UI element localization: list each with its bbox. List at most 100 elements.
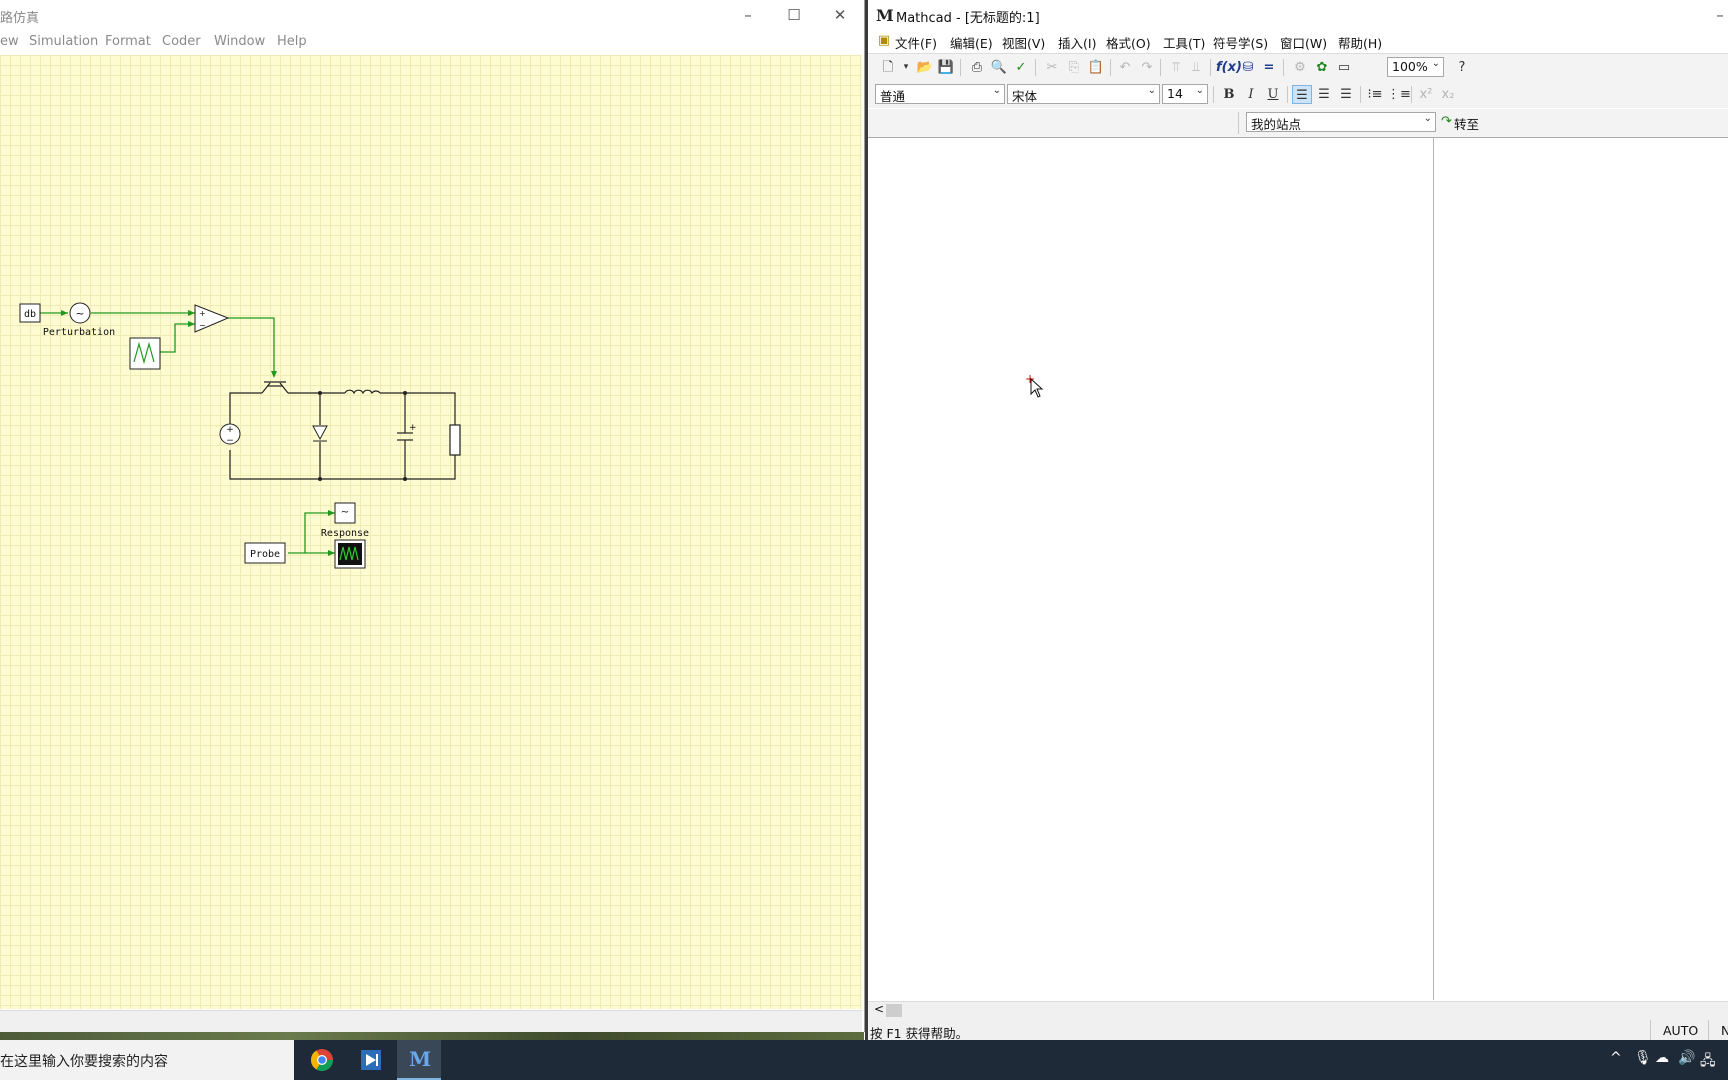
comparator-minus: − xyxy=(199,321,206,330)
plecs-icon xyxy=(361,1050,381,1070)
standard-toolbar: 🗋 ▾ 📂 💾 ⎙ 🔍 ✓ ✂ ⎘ 📋 ↶ ↷ ⫪ ⫫ f(x) ⛁ = ⚙ ✿… xyxy=(868,53,1728,81)
plecs-window: 路仿真 – ☐ ✕ ew Simulation Format Coder Win… xyxy=(0,0,865,1033)
mathcad-taskbar-button[interactable]: M xyxy=(397,1040,441,1080)
mathcad-window-title: Mathcad - [无标题的:1] xyxy=(896,11,1040,26)
close-button[interactable]: ✕ xyxy=(820,4,860,26)
volume-icon[interactable]: 🔊 xyxy=(1678,1050,1695,1066)
numbered-list-icon[interactable]: ⋮≡ xyxy=(1387,85,1411,104)
tray-chevron-icon[interactable]: ^ xyxy=(1610,1050,1622,1066)
resource-icon[interactable]: ✿ xyxy=(1312,58,1332,77)
menu-coder[interactable]: Coder xyxy=(162,34,201,49)
component-icon[interactable]: ⚙ xyxy=(1290,58,1310,77)
menu-format[interactable]: 格式(O) xyxy=(1106,33,1151,52)
minimize-button[interactable]: – xyxy=(728,4,768,26)
menu-help[interactable]: Help xyxy=(277,34,307,49)
superscript-icon[interactable]: x² xyxy=(1416,85,1436,104)
document-icon[interactable]: ▣ xyxy=(874,31,894,50)
toolbar-separator xyxy=(1110,59,1111,76)
go-arrow-icon: ↷ xyxy=(1441,114,1452,129)
menu-edit[interactable]: 编辑(E) xyxy=(950,33,993,52)
toolbar-separator xyxy=(1213,86,1214,103)
mathcad-logo-icon: M xyxy=(876,6,894,25)
style-select[interactable]: 普通 ⌄ xyxy=(875,84,1005,104)
undo-icon[interactable]: ↶ xyxy=(1115,58,1135,77)
diode[interactable] xyxy=(312,425,328,441)
perturbation-label: Perturbation xyxy=(43,327,115,338)
subscript-icon[interactable]: x₂ xyxy=(1438,85,1458,104)
chevron-down-icon: ⌄ xyxy=(1147,85,1156,96)
print-preview-icon[interactable]: 🔍 xyxy=(989,58,1009,77)
junction-dots xyxy=(318,391,407,481)
worksheet-area[interactable]: + xyxy=(868,138,1728,1002)
spellcheck-icon[interactable]: ✓ xyxy=(1011,58,1031,77)
toolbar-separator xyxy=(1411,86,1412,103)
paste-icon[interactable]: 📋 xyxy=(1086,58,1106,77)
menu-symbolics[interactable]: 符号学(S) xyxy=(1213,33,1268,52)
chrome-taskbar-button[interactable] xyxy=(300,1040,344,1080)
url-select[interactable]: 我的站点 ⌄ xyxy=(1246,112,1436,132)
carrier-block[interactable] xyxy=(129,337,161,370)
font-select[interactable]: 宋体 ⌄ xyxy=(1007,84,1160,104)
power-circuit[interactable] xyxy=(229,381,461,480)
menu-view[interactable]: 视图(V) xyxy=(1002,33,1045,52)
schematic: db ~ Perturbation + − + − + ~ Response P… xyxy=(19,302,461,569)
font-value: 宋体 xyxy=(1012,89,1038,104)
plecs-taskbar-button[interactable] xyxy=(349,1040,393,1080)
signal-wires xyxy=(40,312,335,554)
toolbar-separator xyxy=(1035,59,1036,76)
plecs-horizontal-scrollbar[interactable] xyxy=(0,1010,862,1033)
mathcad-minimize-button[interactable]: – xyxy=(1700,4,1728,26)
window-icon[interactable]: ▭ xyxy=(1334,58,1354,77)
taskbar-search-box[interactable]: 在这里输入你要搜索的内容 xyxy=(0,1040,294,1080)
insert-function-icon[interactable]: f(x) xyxy=(1216,58,1242,77)
align-left-icon[interactable]: ☰ xyxy=(1292,85,1312,104)
italic-button[interactable]: I xyxy=(1241,85,1261,104)
zoom-select[interactable]: 100% ⌄ xyxy=(1387,57,1444,77)
print-icon[interactable]: ⎙ xyxy=(967,58,987,77)
plecs-menu-bar: ew Simulation Format Coder Window Help xyxy=(0,32,864,54)
font-size-select[interactable]: 14 ⌄ xyxy=(1162,84,1208,104)
menu-view[interactable]: ew xyxy=(0,34,19,49)
mathcad-horizontal-scrollbar[interactable]: < xyxy=(868,1001,1728,1020)
maximize-button[interactable]: ☐ xyxy=(774,4,814,26)
comparator-plus: + xyxy=(199,309,206,318)
underline-button[interactable]: U xyxy=(1263,85,1283,104)
mathcad-window: M Mathcad - [无标题的:1] – ▣ 文件(F) 编辑(E) 视图(… xyxy=(865,0,1728,1041)
align-down-icon[interactable]: ⫫ xyxy=(1186,58,1206,77)
help-icon[interactable]: ? xyxy=(1452,58,1472,77)
menu-help[interactable]: 帮助(H) xyxy=(1338,33,1382,52)
schematic-canvas[interactable]: db ~ Perturbation + − + − + ~ Response P… xyxy=(0,55,862,1009)
plecs-window-title: 路仿真 xyxy=(0,11,40,26)
open-icon[interactable]: 📂 xyxy=(915,58,935,77)
microphone-icon[interactable]: 🎙 xyxy=(1634,1050,1652,1066)
cut-icon[interactable]: ✂ xyxy=(1042,58,1062,77)
onedrive-icon[interactable]: ☁ xyxy=(1655,1050,1669,1066)
new-dropdown-icon[interactable]: ▾ xyxy=(896,58,916,77)
align-right-icon[interactable]: ☰ xyxy=(1336,85,1356,104)
chevron-down-icon: ⌄ xyxy=(1195,85,1204,96)
mathcad-status-bar: 按 F1 获得帮助。 AUTO N xyxy=(868,1020,1728,1041)
scroll-thumb[interactable] xyxy=(886,1004,902,1017)
menu-insert[interactable]: 插入(I) xyxy=(1058,33,1096,52)
menu-tools[interactable]: 工具(T) xyxy=(1163,33,1205,52)
menu-simulation[interactable]: Simulation xyxy=(29,34,98,49)
menu-window[interactable]: 窗口(W) xyxy=(1280,33,1327,52)
copy-icon[interactable]: ⎘ xyxy=(1064,58,1084,77)
calculate-icon[interactable]: = xyxy=(1259,58,1279,77)
new-icon[interactable]: 🗋 xyxy=(878,58,898,77)
scroll-left-arrow[interactable]: < xyxy=(874,1002,884,1016)
align-center-icon[interactable]: ☰ xyxy=(1314,85,1334,104)
menu-file[interactable]: 文件(F) xyxy=(895,33,937,52)
status-separator xyxy=(1650,1020,1651,1040)
insert-unit-icon[interactable]: ⛁ xyxy=(1238,58,1258,77)
toolbar-separator xyxy=(1238,112,1239,134)
network-icon[interactable]: 🖧 xyxy=(1700,1050,1716,1074)
save-icon[interactable]: 💾 xyxy=(936,58,956,77)
bullet-list-icon[interactable]: ⁝≡ xyxy=(1365,85,1385,104)
menu-window[interactable]: Window xyxy=(214,34,265,49)
menu-format[interactable]: Format xyxy=(105,34,151,49)
align-top-icon[interactable]: ⫪ xyxy=(1166,58,1186,77)
bold-button[interactable]: B xyxy=(1219,85,1239,104)
redo-icon[interactable]: ↷ xyxy=(1137,58,1157,77)
go-button[interactable]: 转至 xyxy=(1454,114,1479,133)
